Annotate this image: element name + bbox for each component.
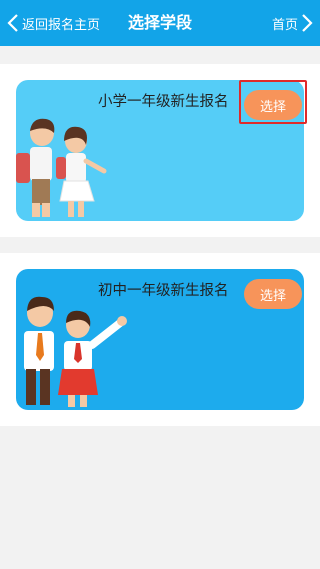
primary-school-card[interactable]: 小学一年级新生报名 选择	[16, 80, 304, 221]
middle-students-illustration	[24, 296, 127, 407]
primary-school-title: 小学一年级新生报名	[98, 94, 229, 110]
primary-school-section: 小学一年级新生报名 选择	[0, 64, 320, 237]
chevron-right-icon	[302, 14, 313, 32]
junior-middle-title: 初中一年级新生报名	[98, 283, 229, 299]
junior-middle-card[interactable]: 初中一年级新生报名 选择	[16, 269, 304, 410]
junior-select-button[interactable]: 选择	[244, 279, 302, 309]
junior-middle-section: 初中一年级新生报名 选择	[0, 253, 320, 426]
home-button[interactable]: 首页	[272, 0, 314, 46]
primary-students-illustration	[16, 118, 107, 217]
top-nav-bar: 返回报名主页 选择学段 首页	[0, 0, 320, 46]
home-label: 首页	[271, 17, 298, 33]
primary-select-button[interactable]: 选择	[244, 90, 302, 120]
